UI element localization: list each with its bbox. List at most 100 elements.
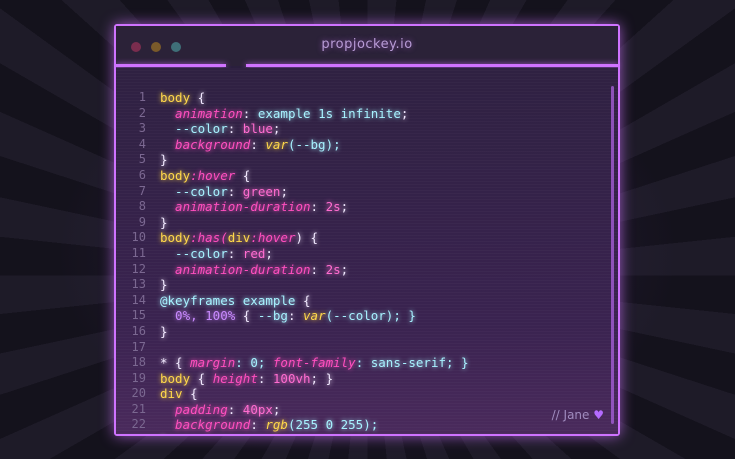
code-token: background bbox=[160, 136, 251, 152]
code-line[interactable]: padding: 40px; bbox=[160, 402, 604, 418]
code-token: (--bg); bbox=[287, 136, 341, 152]
code-token: body bbox=[160, 167, 191, 183]
scrollbar[interactable] bbox=[611, 86, 614, 424]
code-line[interactable]: background: var(--bg); bbox=[160, 137, 604, 153]
code-token: : 0; bbox=[235, 355, 273, 371]
line-number: 13 bbox=[131, 277, 146, 292]
code-window: propjockey.io 1 2 3 4 5 6 7 8 9 10 11 12 13 14 15 16 17 1… bbox=[114, 24, 620, 436]
code-editor[interactable]: 1234567891011121314151617181920212223 bo… bbox=[116, 68, 618, 434]
line-number: 19 bbox=[131, 370, 146, 385]
line-number: 5 bbox=[138, 152, 146, 167]
window-url: propjockey.io bbox=[321, 37, 413, 52]
signature-text: // Jane bbox=[551, 408, 590, 422]
code-line[interactable]: } bbox=[160, 215, 604, 231]
code-token: ; bbox=[265, 245, 273, 261]
code-line[interactable]: body:hover { bbox=[160, 168, 604, 184]
code-token: } bbox=[160, 277, 168, 293]
line-number: 10 bbox=[131, 230, 146, 245]
code-token: 2s bbox=[325, 199, 341, 215]
code-token: } bbox=[160, 433, 168, 434]
code-token: --color bbox=[160, 183, 228, 199]
code-token: 2s bbox=[325, 261, 341, 277]
code-line[interactable]: } bbox=[160, 277, 604, 293]
code-token: { bbox=[295, 292, 311, 308]
code-token: div bbox=[160, 386, 183, 402]
code-line[interactable]: div { bbox=[160, 386, 604, 402]
code-token: body bbox=[160, 230, 191, 246]
code-token: :hover bbox=[250, 230, 296, 246]
code-line[interactable]: } bbox=[160, 324, 604, 340]
code-token: :hover bbox=[190, 167, 236, 183]
line-number: 6 bbox=[138, 167, 146, 182]
line-number-gutter: 1234567891011121314151617181920212223 bbox=[116, 90, 146, 434]
code-token: --color bbox=[160, 121, 228, 137]
code-token: (--color); } bbox=[325, 308, 416, 324]
code-token: ; bbox=[272, 401, 281, 417]
code-token: : bbox=[227, 401, 243, 417]
code-line[interactable]: } bbox=[160, 152, 604, 168]
code-line[interactable]: body { height: 100vh; } bbox=[160, 371, 604, 387]
code-token: } bbox=[160, 152, 168, 168]
code-token: body bbox=[160, 90, 191, 105]
code-line[interactable]: body { bbox=[160, 90, 604, 106]
code-token: { bbox=[190, 90, 206, 105]
code-token: div bbox=[227, 230, 251, 246]
code-token: { bbox=[235, 308, 258, 324]
line-number: 12 bbox=[131, 261, 146, 276]
code-token: : bbox=[250, 136, 266, 152]
code-token: height bbox=[212, 370, 258, 386]
line-number: 1 bbox=[138, 90, 146, 104]
code-token: red bbox=[242, 245, 266, 261]
code-token: } bbox=[160, 323, 168, 339]
code-token: font-family bbox=[272, 355, 356, 371]
line-number: 2 bbox=[138, 105, 146, 120]
code-token: ; bbox=[280, 183, 288, 199]
code-token: margin bbox=[190, 355, 236, 371]
code-token: { bbox=[235, 167, 251, 183]
code-token: body bbox=[160, 370, 191, 386]
code-line[interactable]: animation: example 1s infinite; bbox=[160, 106, 604, 122]
code-token: 40px bbox=[242, 401, 273, 417]
signature: // Jane ♥ bbox=[552, 408, 604, 422]
line-number: 21 bbox=[131, 401, 146, 416]
title-divider-right bbox=[246, 64, 618, 67]
code-token: 0%, 100% bbox=[160, 308, 236, 324]
code-line[interactable]: animation-duration: 2s; bbox=[160, 199, 604, 215]
line-number: 15 bbox=[131, 308, 146, 323]
code-token: animation bbox=[160, 105, 243, 121]
code-line[interactable]: body:has(div:hover) { bbox=[160, 230, 604, 246]
title-divider-left bbox=[116, 64, 226, 67]
code-line[interactable]: @keyframes example { bbox=[160, 293, 604, 309]
code-token: : bbox=[227, 121, 243, 137]
code-token: var bbox=[303, 308, 326, 324]
line-number: 11 bbox=[131, 245, 146, 260]
code-token: animation-duration bbox=[160, 261, 311, 277]
code-token: { bbox=[182, 386, 198, 402]
code-line[interactable]: --color: green; bbox=[160, 184, 604, 200]
code-token: --color bbox=[160, 245, 228, 261]
code-line[interactable]: * { margin: 0; font-family: sans-serif; … bbox=[160, 355, 604, 371]
code-token: padding bbox=[160, 401, 228, 417]
code-token: : bbox=[227, 245, 243, 261]
code-token: var bbox=[265, 136, 288, 152]
code-area[interactable]: body { animation: example 1s infinite; -… bbox=[160, 90, 604, 434]
code-token: example 1s infinite bbox=[257, 105, 401, 121]
code-token: background bbox=[160, 417, 251, 433]
code-token: green bbox=[242, 183, 281, 199]
code-line[interactable]: } bbox=[160, 433, 604, 434]
code-line[interactable] bbox=[160, 340, 604, 356]
line-number: 17 bbox=[131, 339, 146, 354]
code-line[interactable]: --color: blue; bbox=[160, 121, 604, 137]
title-bar: propjockey.io bbox=[116, 26, 618, 66]
code-token: : bbox=[250, 417, 266, 433]
code-line[interactable]: animation-duration: 2s; bbox=[160, 262, 604, 278]
line-number: 3 bbox=[138, 121, 146, 136]
line-number: 23 bbox=[116, 433, 146, 434]
code-token: ; bbox=[400, 105, 409, 121]
code-token: blue bbox=[242, 121, 273, 137]
code-line[interactable]: 0%, 100% { --bg: var(--color); } bbox=[160, 308, 604, 324]
code-line[interactable]: --color: red; bbox=[160, 246, 604, 262]
code-token: rgb bbox=[265, 417, 288, 433]
code-line[interactable]: background: rgb(255 0 255); bbox=[160, 417, 604, 433]
code-token: ; bbox=[340, 199, 349, 215]
